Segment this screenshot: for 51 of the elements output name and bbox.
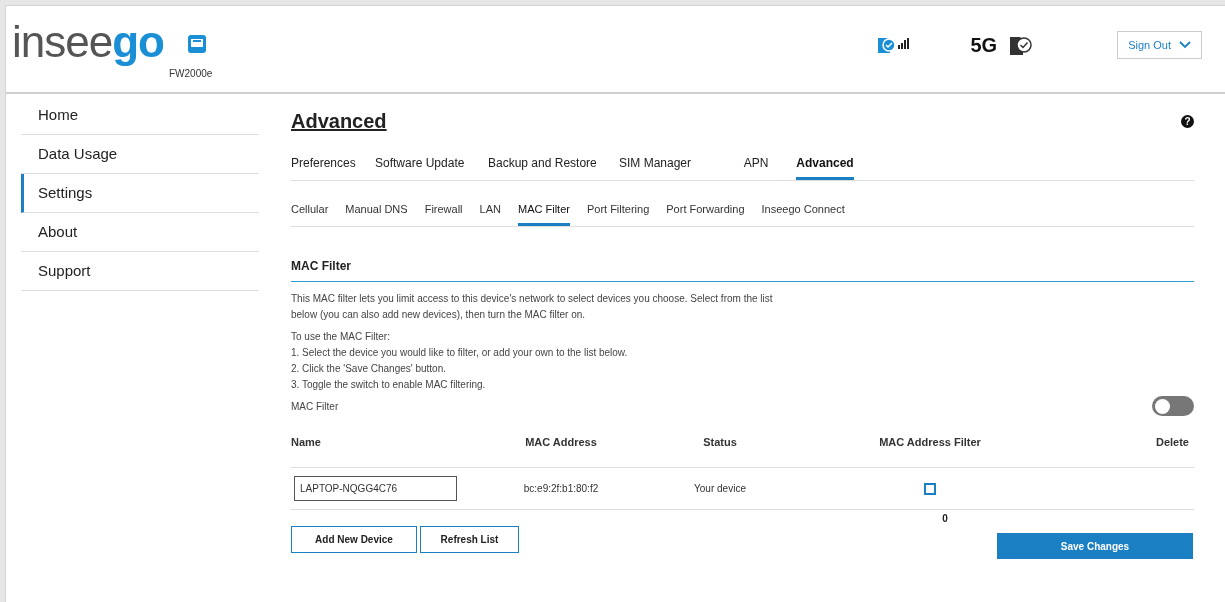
signal-icon bbox=[897, 37, 910, 49]
tab[interactable]: APN bbox=[743, 154, 769, 180]
sub-tab[interactable]: Manual DNS bbox=[345, 201, 408, 226]
instruction-text: 2. Click the 'Save Changes' button. bbox=[291, 362, 448, 376]
column-header: Delete bbox=[1155, 436, 1189, 448]
sidebar-item[interactable]: Home bbox=[21, 96, 259, 135]
model-label: FW2000e bbox=[169, 67, 214, 81]
ethernet-icon bbox=[187, 35, 206, 53]
sign-out-button[interactable]: Sign Out bbox=[1117, 31, 1202, 59]
tab[interactable]: Software Update bbox=[375, 154, 465, 180]
page-title: Advanced bbox=[291, 109, 387, 134]
help-button[interactable]: ? bbox=[1181, 114, 1194, 128]
sidebar-item[interactable]: Settings bbox=[21, 174, 259, 213]
sim-check-icon bbox=[877, 37, 896, 53]
network-type: 5G bbox=[970, 33, 998, 58]
filter-checkbox[interactable] bbox=[924, 482, 936, 495]
save-changes-button[interactable]: Save Changes bbox=[997, 533, 1193, 559]
mac-filter-switch[interactable] bbox=[1152, 396, 1194, 416]
filter-count: 0 bbox=[942, 512, 948, 526]
sim-check-icon bbox=[1010, 35, 1034, 55]
tab[interactable]: SIM Manager bbox=[619, 154, 692, 180]
sub-tab[interactable]: Port Filtering bbox=[586, 201, 650, 226]
mac-filter-label: MAC Filter bbox=[291, 399, 339, 414]
instruction-text: 1. Select the device you would like to filter, or add your own to the list below. bbox=[291, 346, 629, 360]
instruction-text: To use the MAC Filter: bbox=[291, 330, 391, 344]
refresh-list-button[interactable]: Refresh List bbox=[420, 526, 519, 553]
column-header: MAC Address Filter bbox=[879, 436, 981, 448]
tab[interactable]: Backup and Restore bbox=[488, 154, 597, 180]
tab[interactable]: Preferences bbox=[291, 154, 356, 180]
column-header: Status bbox=[703, 436, 737, 448]
sub-tab[interactable]: Cellular bbox=[291, 201, 329, 226]
tab[interactable]: Advanced bbox=[796, 154, 854, 180]
mac-address: bc:e9:2f:b1:80:f2 bbox=[523, 483, 599, 494]
description-text: This MAC filter lets you limit access to this device's network to select devices you choose. Select from the list below (you can also add new devices), then turn the MAC filter on. bbox=[291, 292, 774, 322]
sidebar-item[interactable]: Support bbox=[21, 252, 259, 291]
sidebar-item[interactable]: Data Usage bbox=[21, 135, 259, 174]
instruction-text: 3. Toggle the switch to enable MAC filtering. bbox=[291, 378, 487, 392]
column-header: MAC Address bbox=[525, 436, 597, 448]
sub-tab[interactable]: LAN bbox=[479, 201, 501, 226]
add-new-device-button[interactable]: Add New Device bbox=[291, 526, 417, 553]
name-input-field[interactable]: LAPTOP-NQGG4C76 bbox=[294, 476, 457, 501]
column-header: Name bbox=[291, 436, 321, 448]
sub-tab[interactable]: Firewall bbox=[424, 201, 463, 226]
sub-tab[interactable]: Port Forwarding bbox=[666, 201, 745, 226]
device-status: Your device bbox=[694, 483, 746, 494]
logo: inseego bbox=[12, 20, 164, 64]
sidebar-item[interactable]: About bbox=[21, 213, 259, 252]
chevron-down-icon bbox=[1179, 41, 1191, 49]
section-title: MAC Filter bbox=[291, 257, 1194, 282]
sub-tab[interactable]: MAC Filter bbox=[517, 201, 570, 226]
sub-tab[interactable]: Inseego Connect bbox=[761, 201, 845, 226]
